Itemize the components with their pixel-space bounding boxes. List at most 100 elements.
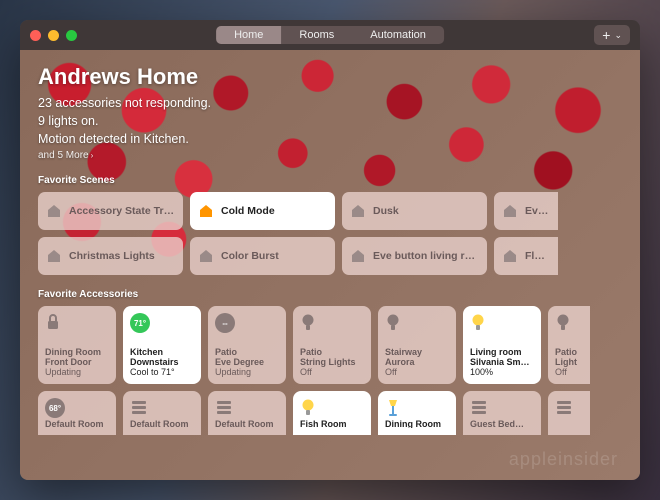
accessory-icon — [555, 313, 583, 335]
house-icon — [350, 203, 366, 219]
accessory-tile[interactable]: Dining Room Front Door Updating — [38, 306, 116, 384]
accessory-name: String Lights — [300, 357, 364, 367]
section-accessories-label: Favorite Accessories — [38, 289, 622, 300]
accessory-room: Guest Bed… — [470, 419, 534, 428]
accessory-room: Default Room — [215, 419, 279, 428]
chevron-down-icon: ⌄ — [614, 30, 622, 41]
accessory-room: Dining Room — [385, 419, 449, 428]
house-icon — [502, 248, 518, 264]
tab-automation[interactable]: Automation — [352, 26, 444, 44]
accessory-tile[interactable]: Guest Bed… — [463, 391, 541, 435]
main-content: Andrews Home 23 accessories not respondi… — [20, 50, 640, 480]
accessory-icon — [470, 398, 534, 419]
accessory-tile[interactable]: Default Room — [123, 391, 201, 435]
accessory-room: Living room — [470, 347, 534, 357]
scene-label: Flame — [525, 250, 550, 262]
tab-rooms[interactable]: Rooms — [281, 26, 352, 44]
plus-icon: + — [602, 27, 610, 43]
accessory-name: Light — [555, 357, 583, 367]
accessory-tile[interactable]: -- Patio Eve Degree Updating — [208, 306, 286, 384]
home-title: Andrews Home — [38, 64, 622, 90]
accessory-icon — [555, 398, 583, 420]
status-more[interactable]: and 5 More› — [38, 150, 622, 161]
chevron-right-icon: › — [91, 151, 94, 160]
accessory-status: 100% — [470, 367, 534, 377]
scene-tile[interactable]: Eve button l… — [494, 192, 558, 230]
accessories-row-2: 68° Default Room Default Room Default Ro… — [38, 391, 622, 435]
status-lights: 9 lights on. — [38, 112, 622, 130]
add-button[interactable]: + ⌄ — [594, 25, 630, 45]
accessory-icon: 68° — [45, 398, 109, 419]
house-icon — [502, 203, 518, 219]
scene-label: Accessory State Trigge… — [69, 205, 175, 217]
accessory-name: Downstairs — [130, 357, 194, 367]
accessory-room: Patio — [555, 347, 583, 357]
accessory-icon — [300, 313, 364, 335]
accessory-tile[interactable]: Living room Silvania Sm… 100% — [463, 306, 541, 384]
accessory-tile[interactable]: Patio String Lights Off — [293, 306, 371, 384]
watermark: appleinsider — [509, 449, 618, 470]
scene-label: Dusk — [373, 205, 399, 217]
accessory-room: Default Room — [45, 419, 109, 428]
accessory-icon — [215, 398, 279, 419]
accessory-status: Off — [385, 367, 449, 377]
accessory-tile[interactable]: Patio Light Off — [548, 306, 590, 384]
section-scenes-label: Favorite Scenes — [38, 175, 622, 186]
accessory-status: Cool to 71° — [130, 367, 194, 377]
titlebar: Home Rooms Automation + ⌄ — [20, 20, 640, 50]
accessory-name: Front Door — [45, 357, 109, 367]
accessory-name: Eve Degree — [215, 357, 279, 367]
scene-label: Color Burst — [221, 250, 279, 262]
accessory-icon — [300, 398, 364, 419]
accessory-name: Silvania Sm… — [470, 357, 534, 367]
accessory-status: Updating — [45, 367, 109, 377]
accessory-room: Patio — [215, 347, 279, 357]
accessory-icon: -- — [215, 313, 279, 335]
accessory-status: Off — [300, 367, 364, 377]
house-icon — [198, 248, 214, 264]
accessory-status: Off — [555, 367, 583, 377]
accessory-tile[interactable]: Dining Room — [378, 391, 456, 435]
scene-tile[interactable]: Flame — [494, 237, 558, 275]
scenes-row-1: Accessory State Trigge… Cold Mode Dusk Eve … — [38, 192, 622, 230]
scene-tile[interactable]: Cold Mode — [190, 192, 335, 230]
accessory-name: Aurora — [385, 357, 449, 367]
accessory-room: Stairway — [385, 347, 449, 357]
scenes-row-2: Christmas Lights Color Burst Eve button li… — [38, 237, 622, 275]
accessory-icon — [470, 313, 534, 335]
traffic-lights — [30, 30, 77, 41]
accessory-room: Fish Room — [300, 419, 364, 428]
accessory-tile[interactable]: 71° Kitchen Downstairs Cool to 71° — [123, 306, 201, 384]
accessories-row-1: Dining Room Front Door Updating71° Kitch… — [38, 306, 622, 384]
house-icon — [350, 248, 366, 264]
close-button[interactable] — [30, 30, 41, 41]
accessory-icon — [385, 398, 449, 419]
accessory-room: Default Room — [130, 419, 194, 428]
scene-label: Eve button l… — [525, 205, 550, 217]
scene-tile[interactable]: Color Burst — [190, 237, 335, 275]
accessory-icon: 71° — [130, 313, 194, 335]
accessory-tile[interactable] — [548, 391, 590, 435]
accessory-tile[interactable]: 68° Default Room — [38, 391, 116, 435]
scene-tile[interactable]: Accessory State Trigge… — [38, 192, 183, 230]
scene-tile[interactable]: Dusk — [342, 192, 487, 230]
view-tabs: Home Rooms Automation — [216, 26, 444, 44]
minimize-button[interactable] — [48, 30, 59, 41]
zoom-button[interactable] — [66, 30, 77, 41]
accessory-tile[interactable]: Stairway Aurora Off — [378, 306, 456, 384]
app-window: Home Rooms Automation + ⌄ Andrews Home 2… — [20, 20, 640, 480]
accessory-icon — [45, 313, 109, 335]
accessory-room: Dining Room — [45, 347, 109, 357]
accessory-tile[interactable]: Default Room — [208, 391, 286, 435]
status-more-label: and 5 More — [38, 150, 89, 161]
scene-label: Cold Mode — [221, 205, 275, 217]
accessory-icon — [130, 398, 194, 419]
tab-home[interactable]: Home — [216, 26, 281, 44]
house-icon — [46, 203, 62, 219]
scene-tile[interactable]: Christmas Lights — [38, 237, 183, 275]
scene-label: Eve button living room li… — [373, 250, 479, 262]
scene-tile[interactable]: Eve button living room li… — [342, 237, 487, 275]
accessory-tile[interactable]: Fish Room — [293, 391, 371, 435]
status-accessories: 23 accessories not responding. — [38, 94, 622, 112]
scene-label: Christmas Lights — [69, 250, 155, 262]
